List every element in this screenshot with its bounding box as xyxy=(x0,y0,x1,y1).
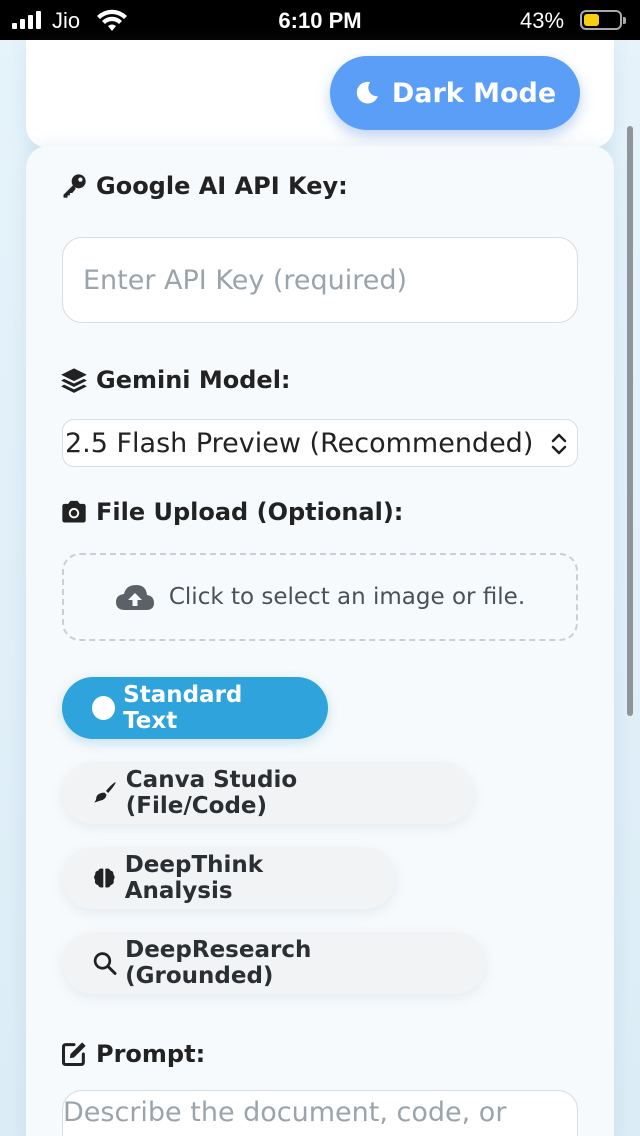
upload-hint: Click to select an image or file. xyxy=(168,584,526,610)
mode-deepthink-button[interactable]: DeepThink Analysis xyxy=(62,847,396,909)
battery-percent: 43% xyxy=(520,8,565,33)
api-key-label: Google AI API Key: xyxy=(60,172,348,200)
edit-icon xyxy=(61,1042,86,1067)
prompt-label: Prompt: xyxy=(60,1040,205,1068)
api-key-input[interactable] xyxy=(62,237,578,323)
model-selected-value: 2.5 Flash Preview (Recommended) xyxy=(65,427,534,459)
mode-canva-studio-button[interactable]: Canva Studio (File/Code) xyxy=(62,762,474,824)
dark-mode-button[interactable]: Dark Mode xyxy=(330,56,580,130)
model-select[interactable]: 2.5 Flash Preview (Recommended) xyxy=(62,419,578,467)
status-bar: Jio 6:10 PM 43% xyxy=(0,0,640,40)
moon-icon xyxy=(356,81,378,104)
paintbrush-icon xyxy=(94,782,116,803)
layers-icon xyxy=(61,368,87,393)
key-icon xyxy=(63,174,86,198)
scrollbar[interactable] xyxy=(627,126,633,716)
search-icon xyxy=(93,952,117,975)
dark-mode-label: Dark Mode xyxy=(391,77,557,109)
cloud-upload-icon xyxy=(115,585,154,610)
mode-standard-text-button[interactable]: Standard Text xyxy=(62,677,328,739)
upload-label: File Upload (Optional): xyxy=(60,498,403,526)
battery-level xyxy=(584,14,599,26)
radio-dot-icon xyxy=(92,696,116,720)
mode-deepresearch-button[interactable]: DeepResearch (Grounded) xyxy=(62,932,486,994)
brain-icon xyxy=(94,868,115,888)
prompt-textarea[interactable] xyxy=(62,1090,578,1136)
model-label: Gemini Model: xyxy=(60,366,291,394)
battery-icon xyxy=(580,10,626,30)
chevron-up-down-icon xyxy=(551,433,567,455)
file-upload-dropzone[interactable]: Click to select an image or file. xyxy=(62,553,578,641)
camera-icon xyxy=(62,500,86,523)
